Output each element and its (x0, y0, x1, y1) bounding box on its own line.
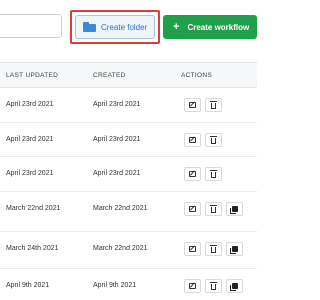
copy-icon (229, 206, 238, 214)
last-updated-cell: April 23rd 2021 (6, 170, 54, 177)
create-workflow-button[interactable]: + Create workflow (163, 15, 257, 39)
search-input[interactable] (0, 14, 62, 38)
edit-button[interactable] (184, 133, 201, 147)
table-header: LAST UPDATED CREATED ACTIONS (0, 62, 257, 88)
created-cell: April 9th 2021 (93, 282, 137, 289)
edit-button[interactable] (184, 98, 201, 112)
column-header-created: CREATED (93, 72, 126, 79)
edit-icon (189, 246, 196, 252)
created-cell: March 22nd 2021 (93, 205, 148, 212)
create-folder-label: Create folder (101, 22, 148, 32)
edit-button[interactable] (184, 242, 201, 256)
copy-icon (229, 283, 238, 291)
table-row[interactable]: April 23rd 2021 April 23rd 2021 (0, 123, 257, 157)
edit-button[interactable] (184, 202, 201, 216)
edit-button[interactable] (184, 167, 201, 181)
created-cell: April 23rd 2021 (93, 170, 141, 177)
edit-icon (189, 206, 196, 212)
last-updated-cell: April 23rd 2021 (6, 101, 54, 108)
edit-icon (189, 102, 196, 108)
table-row[interactable]: April 23rd 2021 April 23rd 2021 (0, 157, 257, 192)
edit-button[interactable] (184, 279, 201, 293)
toolbar: Create folder + Create workflow (0, 0, 257, 58)
last-updated-cell: March 22nd 2021 (6, 205, 61, 212)
column-header-last-updated: LAST UPDATED (6, 72, 59, 79)
trash-icon (210, 169, 217, 178)
copy-button[interactable] (226, 242, 243, 256)
edit-icon (189, 283, 196, 289)
table-row[interactable]: March 24th 2021 March 22nd 2021 (0, 232, 257, 269)
last-updated-cell: April 9th 2021 (6, 282, 50, 289)
last-updated-cell: April 23rd 2021 (6, 136, 54, 143)
trash-icon (210, 100, 217, 109)
table-row[interactable]: April 9th 2021 April 9th 2021 (0, 269, 257, 300)
copy-button[interactable] (226, 202, 243, 216)
created-cell: March 22nd 2021 (93, 245, 148, 252)
delete-button[interactable] (205, 242, 222, 256)
created-cell: April 23rd 2021 (93, 136, 141, 143)
edit-icon (189, 171, 196, 177)
copy-button[interactable] (226, 279, 243, 293)
folder-icon (83, 22, 96, 32)
table-row[interactable]: March 22nd 2021 March 22nd 2021 (0, 192, 257, 232)
edit-icon (189, 137, 196, 143)
created-cell: April 23rd 2021 (93, 101, 141, 108)
table-row[interactable]: April 23rd 2021 April 23rd 2021 (0, 88, 257, 123)
trash-icon (210, 281, 217, 290)
delete-button[interactable] (205, 98, 222, 112)
trash-icon (210, 244, 217, 253)
create-workflow-label: Create workflow (187, 22, 250, 32)
plus-icon: + (173, 20, 180, 33)
delete-button[interactable] (205, 133, 222, 147)
column-header-actions: ACTIONS (181, 72, 212, 79)
create-folder-button[interactable]: Create folder (75, 15, 155, 39)
last-updated-cell: March 24th 2021 (6, 245, 59, 252)
delete-button[interactable] (205, 167, 222, 181)
trash-icon (210, 135, 217, 144)
workflow-table: LAST UPDATED CREATED ACTIONS April 23rd … (0, 62, 257, 300)
trash-icon (210, 204, 217, 213)
delete-button[interactable] (205, 279, 222, 293)
delete-button[interactable] (205, 202, 222, 216)
copy-icon (229, 246, 238, 254)
table-body: April 23rd 2021 April 23rd 2021 April 23rd… (0, 88, 257, 300)
